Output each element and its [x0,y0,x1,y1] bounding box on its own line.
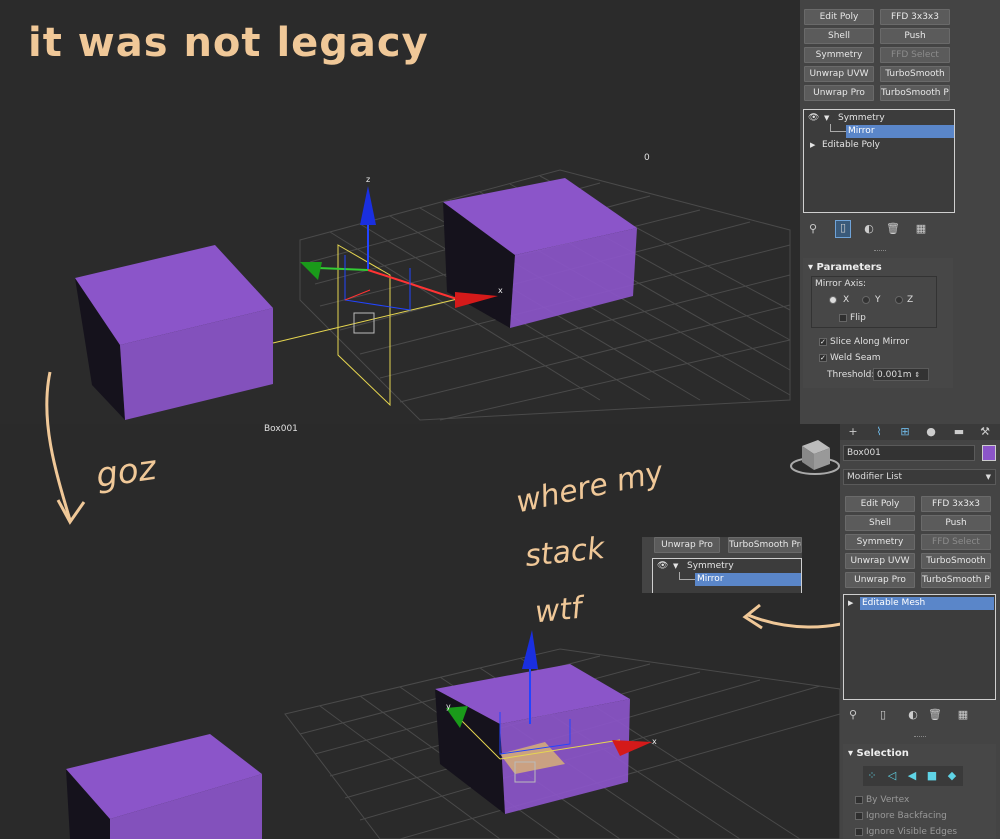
command-panel-tabs: + ⌇ ⊞ ● ▬ ⚒ [840,424,1000,440]
modifier-button-shell[interactable]: Shell [845,515,915,531]
annotation-goz: goz [93,448,159,496]
stack-item-editable-mesh[interactable]: Editable Mesh [860,597,994,610]
overlay-mirror: Mirror [695,573,801,586]
modifier-button-edit-poly[interactable]: Edit Poly [845,496,915,512]
utilities-tab-icon[interactable]: ⚒ [978,425,992,439]
annotation-wtf: wtf [533,590,584,631]
modifier-button-turbosmooth[interactable]: TurboSmooth [921,553,991,569]
motion-tab-icon[interactable]: ● [924,425,938,439]
overlay-turbosmooth-pro-button[interactable]: TurboSmooth Pro [728,537,802,553]
show-end-result-icon[interactable]: ▯ [876,708,890,722]
object-color-swatch[interactable] [982,445,996,461]
ignore-visible-edges-checkbox[interactable] [855,828,863,836]
expand-triangle-icon: ▼ [673,562,679,570]
configure-icon[interactable]: ▦ [956,708,970,722]
create-tab-icon[interactable]: + [846,425,860,439]
vertex-icon[interactable]: ⁘ [865,769,879,783]
display-tab-icon[interactable]: ▬ [952,425,966,439]
ignore-visible-edges-label: Ignore Visible Edges [866,827,958,837]
command-panel-bottom: + ⌇ ⊞ ● ▬ ⚒ Box001 Modifier List ▼ Edit P… [840,424,1000,839]
modifier-button-unwrap-pro[interactable]: Unwrap Pro [845,572,915,588]
element-icon[interactable]: ◆ [945,769,959,783]
ignore-backfacing-label: Ignore Backfacing [866,811,947,821]
modifier-button-ffd-select[interactable]: FFD Select [921,534,991,550]
ignore-backfacing-checkbox[interactable] [855,812,863,820]
object-name-field[interactable]: Box001 [843,445,975,461]
selection-rollout: ▾ Selection ⁘ ◁ ◀ ■ ◆ By Vertex Ignore B… [843,744,996,839]
modifier-button-unwrap-uvw[interactable]: Unwrap UVW [845,553,915,569]
modifier-list-dropdown[interactable]: Modifier List ▼ [843,469,996,485]
edge-icon[interactable]: ◁ [885,769,899,783]
modifier-button-ffd-3x3x3[interactable]: FFD 3x3x3 [921,496,991,512]
overlay-unwrap-pro-button[interactable]: Unwrap Pro [654,537,720,553]
hierarchy-tab-icon[interactable]: ⊞ [898,425,912,439]
modifier-stack-bottom[interactable]: ▶ Editable Mesh [843,594,996,700]
selection-title[interactable]: ▾ Selection [848,748,909,759]
modifier-button-turbosmooth-pro[interactable]: TurboSmooth Pro [921,572,991,588]
overlay-stack: 👁 ▼ Symmetry Mirror [652,558,802,593]
modify-tab-icon[interactable]: ⌇ [872,425,886,439]
modifier-button-symmetry[interactable]: Symmetry [845,534,915,550]
subobject-toolbar: ⁘ ◁ ◀ ■ ◆ [863,766,963,786]
pin-icon[interactable]: ⚲ [846,708,860,722]
by-vertex-checkbox[interactable] [855,796,863,804]
by-vertex-label: By Vertex [866,795,910,805]
modifier-button-push[interactable]: Push [921,515,991,531]
face-icon[interactable]: ◀ [905,769,919,783]
stack-overlay-crop: Unwrap Pro TurboSmooth Pro 👁 ▼ Symmetry … [642,537,802,593]
make-unique-icon[interactable]: ◐ [906,708,920,722]
trash-icon[interactable]: 🗑 [928,708,942,722]
tree-connector [679,572,695,580]
eye-icon: 👁 [657,561,669,571]
divider [914,736,926,738]
collapse-triangle-icon[interactable]: ▶ [848,597,853,610]
polygon-icon[interactable]: ■ [925,769,939,783]
